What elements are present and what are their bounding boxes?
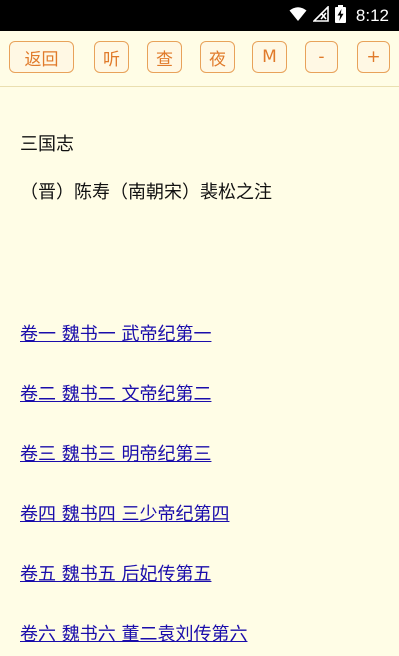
wifi-icon <box>289 6 307 26</box>
chapter-link[interactable]: 卷三 魏书三 明帝纪第三 <box>20 440 211 466</box>
cellular-no-signal-icon <box>311 5 329 26</box>
chapter-link[interactable]: 卷二 魏书二 文帝纪第二 <box>20 380 211 406</box>
night-mode-button[interactable]: 夜 <box>200 41 235 73</box>
book-title: 三国志 <box>20 134 74 155</box>
reader-toolbar: 返回 听 查 夜 M - + <box>0 31 399 87</box>
decrease-font-button[interactable]: - <box>305 41 338 73</box>
battery-charging-icon <box>334 5 346 27</box>
search-button[interactable]: 查 <box>147 41 182 73</box>
status-icons: 8:12 <box>289 4 389 28</box>
increase-font-button[interactable]: + <box>357 41 390 73</box>
chapter-link[interactable]: 卷六 魏书六 董二袁刘传第六 <box>20 620 247 646</box>
status-time: 8:12 <box>355 6 389 25</box>
chapter-link[interactable]: 卷一 魏书一 武帝纪第一 <box>20 320 211 346</box>
back-button[interactable]: 返回 <box>9 41 74 73</box>
status-bar: 8:12 <box>0 0 399 31</box>
menu-button[interactable]: M <box>252 41 287 73</box>
chapter-link[interactable]: 卷四 魏书四 三少帝纪第四 <box>20 500 229 526</box>
listen-button[interactable]: 听 <box>94 41 129 73</box>
book-author: （晋）陈寿（南朝宋）裴松之注 <box>20 182 272 203</box>
chapter-link[interactable]: 卷五 魏书五 后妃传第五 <box>20 560 211 586</box>
